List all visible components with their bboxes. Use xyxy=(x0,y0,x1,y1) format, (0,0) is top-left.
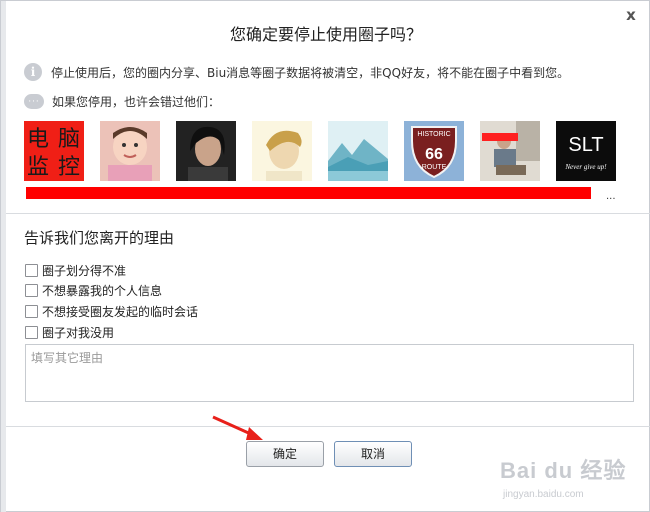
slt-text: SLT xyxy=(568,134,603,156)
avatar-char: 控 xyxy=(58,155,80,180)
sign-number-text: 66 xyxy=(425,146,443,163)
footer-divider xyxy=(6,426,650,427)
reason-label: 不想接受圈友发起的临时会话 xyxy=(42,305,199,319)
avatar[interactable] xyxy=(100,121,160,181)
avatar-char: 脑 xyxy=(58,127,80,152)
info-icon: i xyxy=(24,63,42,81)
slt-subtext: Never give up! xyxy=(564,163,607,171)
pointer-arrow-icon xyxy=(212,415,263,440)
reason-option[interactable]: 圈子划分得不准 xyxy=(25,262,126,279)
chat-bubble-icon: ··· xyxy=(24,94,44,109)
stop-circle-dialog: 您确定要停止使用圈子吗？ x i 停止使用后，您的圈内分享、Biu消息等圈子数据… xyxy=(0,0,650,512)
avatar-char: 电 xyxy=(27,127,49,152)
avatar[interactable] xyxy=(328,121,388,181)
warning-row: i 停止使用后，您的圈内分享、Biu消息等圈子数据将被清空，非QQ好友，将不能在… xyxy=(24,63,569,81)
avatar[interactable]: HISTORIC 66 ROUTE xyxy=(404,121,464,181)
watermark-brand: Bai du 经验 xyxy=(500,458,627,483)
window-edge xyxy=(1,1,6,512)
watermark-url: jingyan.baidu.com xyxy=(503,489,584,500)
reason-label: 圈子划分得不准 xyxy=(42,264,127,278)
warning-text: 停止使用后，您的圈内分享、Biu消息等圈子数据将被清空，非QQ好友，将不能在圈子… xyxy=(51,65,570,80)
checkbox[interactable] xyxy=(25,264,38,277)
sign-historic-text: HISTORIC xyxy=(417,131,450,138)
reason-option[interactable]: 不想暴露我的个人信息 xyxy=(25,282,162,299)
confirm-button[interactable]: 确定 xyxy=(246,441,324,467)
checkbox[interactable] xyxy=(25,284,38,297)
reason-option[interactable]: 圈子对我没用 xyxy=(25,324,114,341)
reasons-title: 告诉我们您离开的理由 xyxy=(24,229,175,247)
more-friends-link[interactable]: ... xyxy=(606,191,616,202)
section-divider xyxy=(6,213,650,214)
checkbox[interactable] xyxy=(25,326,38,339)
reason-option[interactable]: 不想接受圈友发起的临时会话 xyxy=(25,303,198,320)
avatar[interactable]: SLT Never give up! xyxy=(556,121,616,181)
baidu-watermark: Bai du 经验 jingyan.baidu.com xyxy=(497,449,647,505)
avatar[interactable] xyxy=(176,121,236,181)
avatar-char: 监 xyxy=(27,155,49,180)
miss-row: ··· 如果您停用，也许会错过他们： xyxy=(24,93,220,110)
avatar[interactable] xyxy=(480,121,540,181)
cancel-button[interactable]: 取消 xyxy=(334,441,412,467)
reason-label: 不想暴露我的个人信息 xyxy=(42,284,163,298)
miss-text: 如果您停用，也许会错过他们： xyxy=(52,95,221,109)
reason-label: 圈子对我没用 xyxy=(42,326,115,340)
friend-avatars: 电 脑 监 控 HISTORIC 66 ROUTE SLT Never give… xyxy=(24,121,624,181)
sign-route-text: ROUTE xyxy=(422,164,447,171)
dialog-title: 您确定要停止使用圈子吗？ xyxy=(229,25,422,44)
other-reason-input[interactable]: 填写其它理由 xyxy=(25,344,634,402)
avatar[interactable] xyxy=(252,121,312,181)
checkbox[interactable] xyxy=(25,305,38,318)
redacted-names-bar xyxy=(26,187,591,199)
avatar[interactable]: 电 脑 监 控 xyxy=(24,121,84,181)
close-icon[interactable]: x xyxy=(623,7,639,23)
